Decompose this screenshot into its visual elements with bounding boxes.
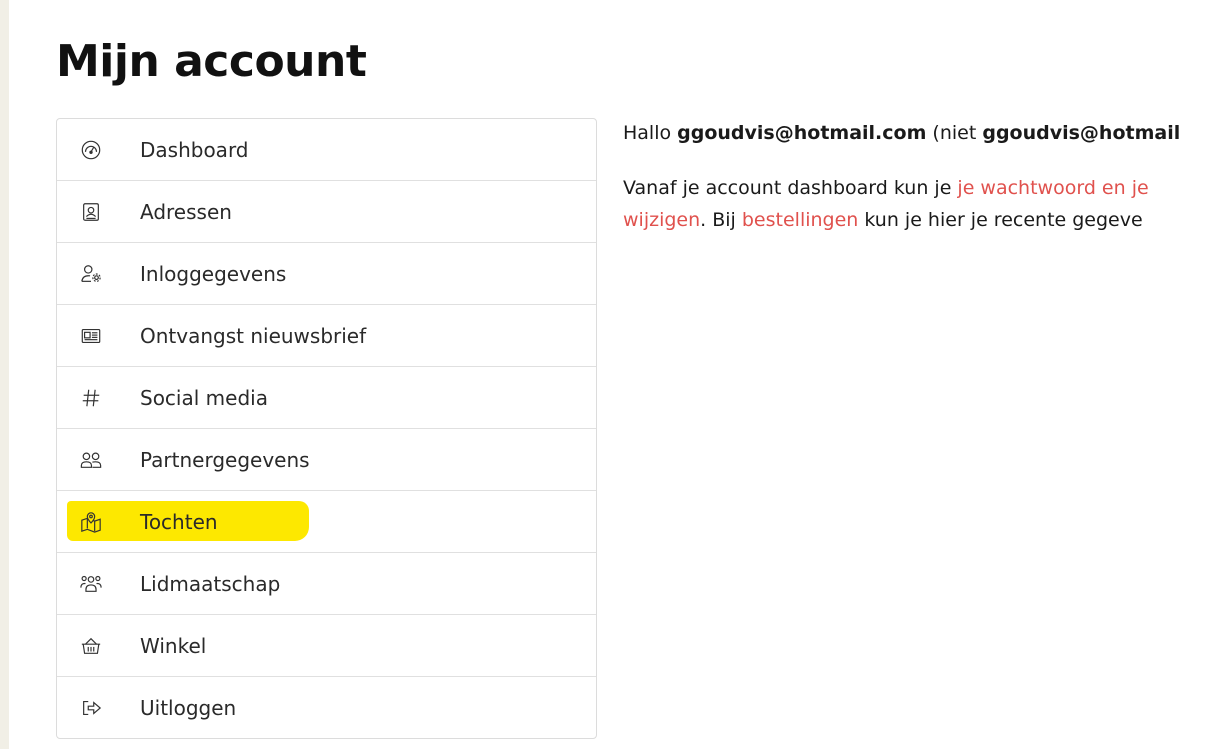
greeting-text: Hallo ggoudvis@hotmail.com (niet ggoudvi… — [623, 122, 1180, 144]
nav-label: Uitloggen — [140, 696, 237, 720]
intro-line-2: wijzigen. Bij bestellingen kun je hier j… — [623, 209, 1143, 231]
nav-label: Dashboard — [140, 137, 249, 162]
nav-item-social-media[interactable]: Social media — [57, 367, 596, 429]
greeting-prefix: Hallo — [623, 122, 678, 144]
intro-text: Vanaf je account dashboard kun je — [623, 177, 958, 199]
left-edge-rule — [0, 0, 9, 749]
logout-prompt-email[interactable]: ggoudvis@hotmail — [982, 122, 1180, 144]
partners-icon — [79, 448, 103, 472]
edit-details-link[interactable]: wijzigen — [623, 209, 700, 231]
account-content: Hallo ggoudvis@hotmail.com (niet ggoudvi… — [623, 118, 1227, 318]
nav-item-adressen[interactable]: Adressen — [57, 181, 596, 243]
greeting-mid: (niet — [926, 122, 983, 144]
nav-item-lidmaatschap[interactable]: Lidmaatschap — [57, 553, 596, 615]
page-title: Mijn account — [56, 36, 367, 87]
edit-password-link[interactable]: je wachtwoord en je — [957, 177, 1148, 199]
nav-item-tochten[interactable]: Tochten — [57, 491, 596, 553]
address-book-icon — [79, 200, 103, 224]
nav-label: Winkel — [140, 633, 207, 658]
nav-item-ontvangst-nieuwsbrief[interactable]: Ontvangst nieuwsbrief — [57, 305, 596, 367]
nav-label: Social media — [140, 385, 268, 410]
nav-label: Tochten — [140, 509, 218, 534]
user-email: ggoudvis@hotmail.com — [677, 122, 927, 144]
account-navigation: Dashboard Adressen Inloggegevens Ontvang… — [56, 118, 597, 739]
intro-text: kun je hier je recente gegeve — [858, 209, 1143, 231]
nav-label: Lidmaatschap — [140, 571, 281, 596]
nav-label: Inloggegevens — [140, 261, 287, 286]
intro-line-1: Vanaf je account dashboard kun je je wac… — [623, 177, 1149, 199]
map-pin-icon — [79, 510, 103, 534]
nav-item-uitloggen[interactable]: Uitloggen — [57, 677, 596, 739]
basket-icon — [79, 634, 103, 658]
newspaper-icon — [79, 324, 103, 348]
nav-label: Ontvangst nieuwsbrief — [140, 323, 367, 348]
nav-item-partnergegevens[interactable]: Partnergegevens — [57, 429, 596, 491]
nav-label: Partnergegevens — [140, 447, 310, 472]
nav-label: Adressen — [140, 199, 232, 224]
dashboard-gauge-icon — [79, 138, 103, 162]
logout-icon — [79, 696, 103, 720]
hashtag-icon — [79, 386, 103, 410]
intro-text: . Bij — [700, 209, 742, 231]
user-settings-icon — [79, 262, 103, 286]
nav-item-inloggegevens[interactable]: Inloggegevens — [57, 243, 596, 305]
group-icon — [79, 572, 103, 596]
nav-item-dashboard[interactable]: Dashboard — [57, 119, 596, 181]
nav-item-winkel[interactable]: Winkel — [57, 615, 596, 677]
orders-link[interactable]: bestellingen — [742, 209, 858, 231]
